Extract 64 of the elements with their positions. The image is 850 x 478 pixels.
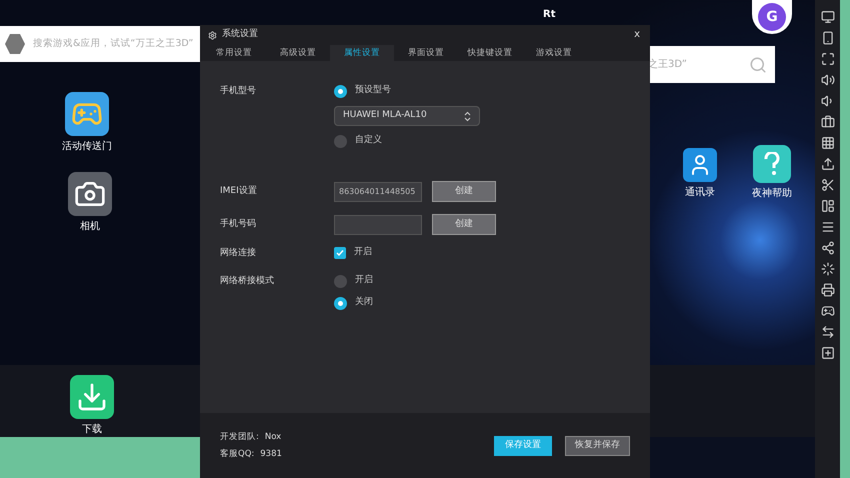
restore-button[interactable]: 恢复并保存	[565, 436, 630, 456]
radio-label: 预设型号	[355, 84, 391, 98]
team-name: Nox	[264, 430, 282, 444]
app-label: 相机	[80, 220, 100, 234]
radio-label: 开启	[355, 274, 373, 288]
settings-tab[interactable]: 快捷键设置	[458, 45, 522, 61]
app-label: 活动传送门	[62, 140, 112, 154]
loader-icon[interactable]	[820, 262, 834, 276]
add-box-icon[interactable]	[820, 346, 834, 360]
upload-icon[interactable]	[820, 157, 834, 171]
search-placeholder: 搜索游戏&应用，试试“万王之王3D”	[33, 36, 194, 51]
fullscreen-icon[interactable]	[820, 52, 834, 66]
camera-app-icon[interactable]	[68, 172, 112, 216]
menu-icon[interactable]	[820, 220, 834, 234]
layout-icon[interactable]	[820, 199, 834, 213]
radio-button[interactable]	[334, 296, 347, 310]
nox-logo-icon	[5, 34, 25, 54]
create-button[interactable]: 创建	[432, 214, 496, 235]
radio-button[interactable]	[334, 134, 347, 148]
settings-tab[interactable]: 游戏设置	[522, 45, 586, 61]
setting-label: 网络桥接模式	[219, 274, 275, 288]
volume-down-icon[interactable]	[820, 94, 834, 108]
checkbox[interactable]	[334, 247, 346, 259]
create-button[interactable]: 创建	[432, 181, 496, 202]
setting-label: 网络连接	[219, 246, 257, 260]
gamepad-app-icon[interactable]	[65, 92, 109, 136]
setting-label: IMEI设置	[219, 184, 258, 198]
dialog-title: 系统设置	[222, 28, 258, 42]
text-field[interactable]	[334, 214, 422, 234]
radio-button[interactable]	[334, 274, 347, 288]
qq-number: 9381	[260, 448, 282, 460]
app-label: 下载	[82, 422, 102, 437]
window-label: Rt	[543, 8, 556, 22]
contacts-app-icon[interactable]	[683, 148, 717, 182]
screen-icon[interactable]	[820, 10, 834, 24]
gamepad-icon[interactable]	[820, 304, 834, 318]
share-icon[interactable]	[820, 241, 834, 255]
team-label: 开发团队:	[220, 430, 259, 444]
volume-up-icon[interactable]	[820, 73, 834, 87]
settings-tab[interactable]: 高级设置	[266, 45, 330, 61]
briefcase-icon[interactable]	[820, 115, 834, 129]
app-label: 夜神帮助	[752, 186, 792, 201]
settings-icon	[208, 30, 217, 40]
radio-button[interactable]	[334, 84, 347, 98]
checkbox-label: 开启	[354, 246, 372, 260]
up-down-caret-icon	[464, 110, 471, 122]
model-select[interactable]: HUAWEI MLA-AL10	[334, 106, 480, 126]
setting-label: 手机型号	[219, 84, 257, 98]
radio-label: 自定义	[355, 134, 382, 148]
swap-icon[interactable]	[820, 325, 834, 339]
close-button[interactable]: x	[632, 30, 642, 40]
grid-icon[interactable]	[820, 136, 834, 150]
setting-label: 手机号码	[219, 218, 257, 231]
download-app-icon[interactable]	[70, 375, 114, 419]
text-field[interactable]: 863064011448505	[334, 182, 422, 202]
settings-tab[interactable]: 属性设置	[330, 45, 394, 61]
phone-icon[interactable]	[820, 31, 834, 45]
radio-label: 关闭	[355, 296, 373, 310]
app-label: 通讯录	[685, 186, 715, 200]
settings-tab[interactable]: 界面设置	[394, 45, 458, 61]
qq-label: 客服QQ:	[220, 448, 254, 460]
help-app-icon[interactable]	[753, 145, 791, 183]
printer-icon[interactable]	[820, 283, 834, 297]
scissors-icon[interactable]	[820, 178, 834, 192]
